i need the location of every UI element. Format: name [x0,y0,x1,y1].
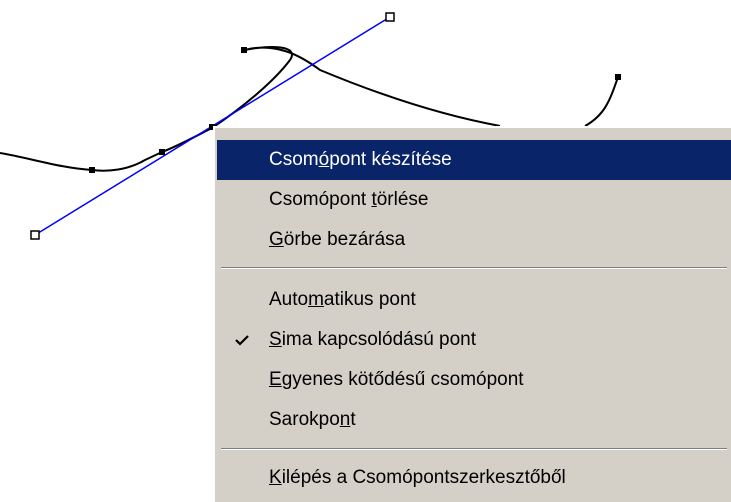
menu-item-label: Kilépés a Csomópontszerkesztőből [269,467,566,488]
tangent-handle[interactable] [385,12,395,22]
menu-item-label: Görbe bezárása [269,229,406,250]
curve-node[interactable] [159,149,165,155]
menu-item-straight-point[interactable]: Egyenes kötődésű csomópont [217,360,731,400]
menu-separator [221,267,727,269]
menu-item-label: Automatikus pont [269,289,416,310]
menu-item-label: Csomópont készítése [269,149,452,170]
menu-item-label: Csomópont törlése [269,189,429,210]
menu-item-exit-node-editor[interactable]: Kilépés a Csomópontszerkesztőből [217,458,731,498]
tangent-handle[interactable] [30,230,40,240]
menu-item-close-curve[interactable]: Görbe bezárása [217,220,731,260]
menu-item-corner-point[interactable]: Sarokpont [217,400,731,440]
checkmark-icon [235,335,249,346]
bezier-curve[interactable] [0,127,213,172]
bezier-curve[interactable] [584,76,619,127]
menu-item-label: Sima kapcsolódású pont [269,329,477,350]
menu-item-label: Sarokpont [269,409,356,430]
menu-item-smooth-point[interactable]: Sima kapcsolódású pont [217,320,731,360]
menu-separator [221,448,727,450]
menu-item-auto-point[interactable]: Automatikus pont [217,280,731,320]
bezier-curve[interactable] [211,46,501,129]
menu-item-delete-node[interactable]: Csomópont törlése [217,180,731,220]
menu-item-label: Egyenes kötődésű csomópont [269,369,524,390]
curve-node[interactable] [241,47,247,53]
curve-node[interactable] [615,74,621,80]
menu-item-add-node[interactable]: Csomópont készítése [217,140,731,180]
context-menu: Csomópont készítése Csomópont törlése Gö… [213,126,731,502]
curve-node[interactable] [89,167,95,173]
